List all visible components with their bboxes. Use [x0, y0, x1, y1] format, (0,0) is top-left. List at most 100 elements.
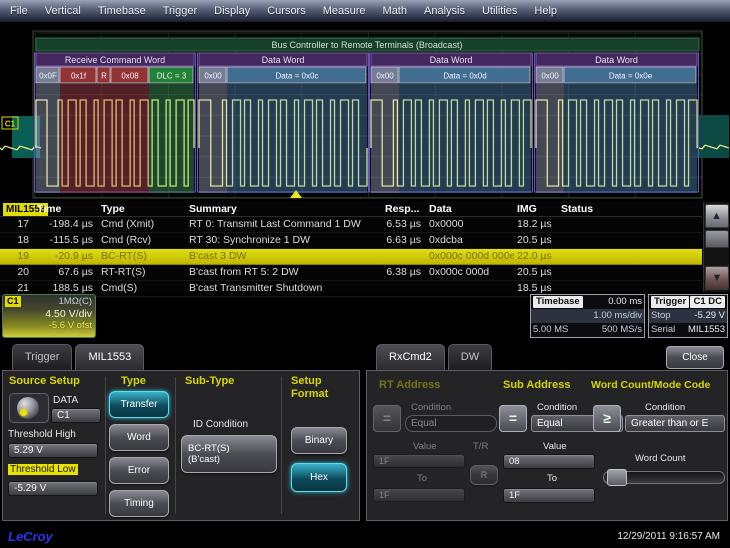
id-condition-button[interactable]: BC-RT(S) (B'cast) [181, 435, 277, 473]
format-button-binary[interactable]: Binary [291, 427, 347, 454]
trigger-source-badge: C1 DC [690, 296, 725, 308]
type-heading: Type [121, 375, 146, 387]
decode-cell-label: 0x00 [204, 72, 222, 81]
cell-img: 20.5 µs [514, 233, 558, 248]
cell-data: 0x0000 [426, 217, 514, 232]
cell-time: -115.5 µs [34, 233, 98, 248]
channel-c1-descriptor[interactable]: C1 1MΩ(C) 4.50 V/div -5.6 V ofst [2, 294, 96, 338]
table-scrollbar[interactable]: ▲ ▼ [703, 202, 729, 292]
rt-to-field[interactable]: 1F [373, 488, 465, 502]
tab-mil1553[interactable]: MIL1553 [75, 344, 144, 370]
word-count-slider[interactable] [603, 471, 725, 484]
menu-help[interactable]: Help [534, 5, 557, 17]
sub-condition-label: Condition [537, 402, 577, 413]
cell-data: 0x000c 000d [426, 265, 514, 280]
sub-to-field[interactable]: 1F [503, 488, 595, 503]
cell-resp [382, 249, 426, 264]
wc-condition-label: Condition [645, 402, 685, 413]
word-count-slider-handle[interactable] [607, 469, 627, 486]
tab-trigger[interactable]: Trigger [12, 344, 72, 370]
menu-utilities[interactable]: Utilities [482, 5, 517, 17]
subtype-heading: Sub-Type [185, 375, 234, 387]
threshold-high-label: Threshold High [8, 429, 76, 440]
wc-slider-label: Word Count [635, 453, 686, 464]
table-row[interactable]: 17-198.4 µsCmd (Xmit)RT 0: Transmit Last… [0, 217, 702, 233]
setup-format-heading: Setup Format [291, 375, 349, 401]
threshold-low-label: Threshold Low [8, 464, 78, 475]
menu-cursors[interactable]: Cursors [267, 5, 306, 17]
cell-resp: 6.38 µs [382, 265, 426, 280]
menu-timebase[interactable]: Timebase [98, 5, 146, 17]
table-row[interactable]: 19-20.9 µsBC-RT(S)B'cast 3 DW0x000c 000d… [0, 249, 702, 265]
waveform-svg: Bus Controller to Remote Terminals (Broa… [0, 22, 730, 202]
tr-button[interactable]: R [470, 465, 498, 485]
format-button-hex[interactable]: Hex [291, 463, 347, 492]
timebase-descriptor[interactable]: Timebase 0.00 ms 1.00 ms/div 5.00 MS 500… [530, 294, 645, 338]
decode-cell-label: 0x1f [71, 72, 87, 81]
threshold-low-field[interactable]: -5.29 V [8, 481, 98, 496]
type-button-word[interactable]: Word [109, 424, 169, 451]
type-button-timing[interactable]: Timing [109, 490, 169, 517]
tr-label: T/R [473, 441, 488, 452]
source-setup-heading: Source Setup [9, 375, 80, 387]
menu-analysis[interactable]: Analysis [424, 5, 465, 17]
rt-condition-label: Condition [411, 402, 451, 413]
decode-cell-label: Data = 0x0c [276, 72, 319, 81]
wc-condition-op-button[interactable]: ≥ [593, 405, 621, 432]
cell-status [558, 249, 702, 264]
cell-type: BC-RT(S) [98, 249, 186, 264]
wc-condition-select[interactable]: Greater than or E [625, 415, 725, 432]
table-row[interactable]: 18-115.5 µsCmd (Rcv)RT 30: Synchronize 1… [0, 233, 702, 249]
cell-img: 20.5 µs [514, 265, 558, 280]
rt-value-field[interactable]: 1F [373, 454, 465, 468]
cell-type: Cmd (Rcv) [98, 233, 186, 248]
table-row[interactable]: 2067.6 µsRT-RT(S)B'cast from RT 5: 2 DW6… [0, 265, 702, 281]
trigger-descriptor[interactable]: Trigger C1 DC Stop -5.29 V Serial MIL155… [648, 294, 728, 338]
type-button-error[interactable]: Error [109, 457, 169, 484]
trigger-kind: Serial [651, 323, 675, 337]
cell-data: 0x000c 000d 000e [426, 249, 514, 264]
scroll-thumb[interactable] [705, 230, 729, 248]
tab-rxcmd2[interactable]: RxCmd2 [376, 344, 445, 370]
menu-measure[interactable]: Measure [323, 5, 366, 17]
source-channel-field[interactable]: C1 [51, 408, 101, 423]
menu-file[interactable]: File [10, 5, 28, 17]
field-tint-sync [199, 84, 227, 193]
rt-condition-select[interactable]: Equal [405, 415, 497, 432]
sub-value-field[interactable]: 08 [503, 454, 595, 469]
rxcmd2-panel: RT Address = Condition Equal Value 1F To… [366, 370, 728, 521]
rt-to-label: To [417, 473, 427, 484]
c1-offset: -5.6 V ofst [6, 320, 92, 331]
threshold-high-field[interactable]: 5.29 V [8, 443, 98, 458]
word-band-label: Data Word [595, 55, 638, 65]
mil1553-setup-dialog: TriggerMIL1553 Source Setup DATA C1 Thre… [2, 344, 360, 522]
field-tint-data [399, 84, 531, 193]
menu-trigger[interactable]: Trigger [163, 5, 197, 17]
id-condition-label: ID Condition [193, 419, 248, 430]
cell-idx: 17 [0, 217, 34, 232]
type-button-transfer[interactable]: Transfer [109, 391, 169, 418]
source-knob[interactable] [9, 393, 49, 423]
scroll-up-button[interactable]: ▲ [705, 204, 729, 228]
tab-dw[interactable]: DW [448, 344, 492, 370]
field-tint-addr [111, 84, 149, 193]
cell-data [426, 281, 514, 296]
cell-sum: RT 0: Transmit Last Command 1 DW [186, 217, 382, 232]
scroll-down-button[interactable]: ▼ [705, 266, 729, 290]
lecroy-logo: LeCroy [8, 529, 53, 544]
column-header-time: Time [34, 202, 98, 216]
id-condition-value: BC-RT(S) [188, 443, 230, 454]
bus-band-label: Bus Controller to Remote Terminals (Broa… [272, 40, 463, 50]
close-button[interactable]: Close [666, 346, 724, 369]
cell-idx: 19 [0, 249, 34, 264]
menu-display[interactable]: Display [214, 5, 250, 17]
word-band-label: Receive Command Word [65, 55, 165, 65]
menu-vertical[interactable]: Vertical [45, 5, 81, 17]
cell-resp [382, 281, 426, 296]
decode-cell-label: 0x00 [376, 72, 394, 81]
sub-condition-op-button[interactable]: = [499, 405, 527, 432]
right-dialog-tabs: Close RxCmd2DW [366, 344, 728, 370]
menu-math[interactable]: Math [383, 5, 407, 17]
rt-condition-op-button[interactable]: = [373, 405, 401, 432]
word-band-label: Data Word [262, 55, 305, 65]
